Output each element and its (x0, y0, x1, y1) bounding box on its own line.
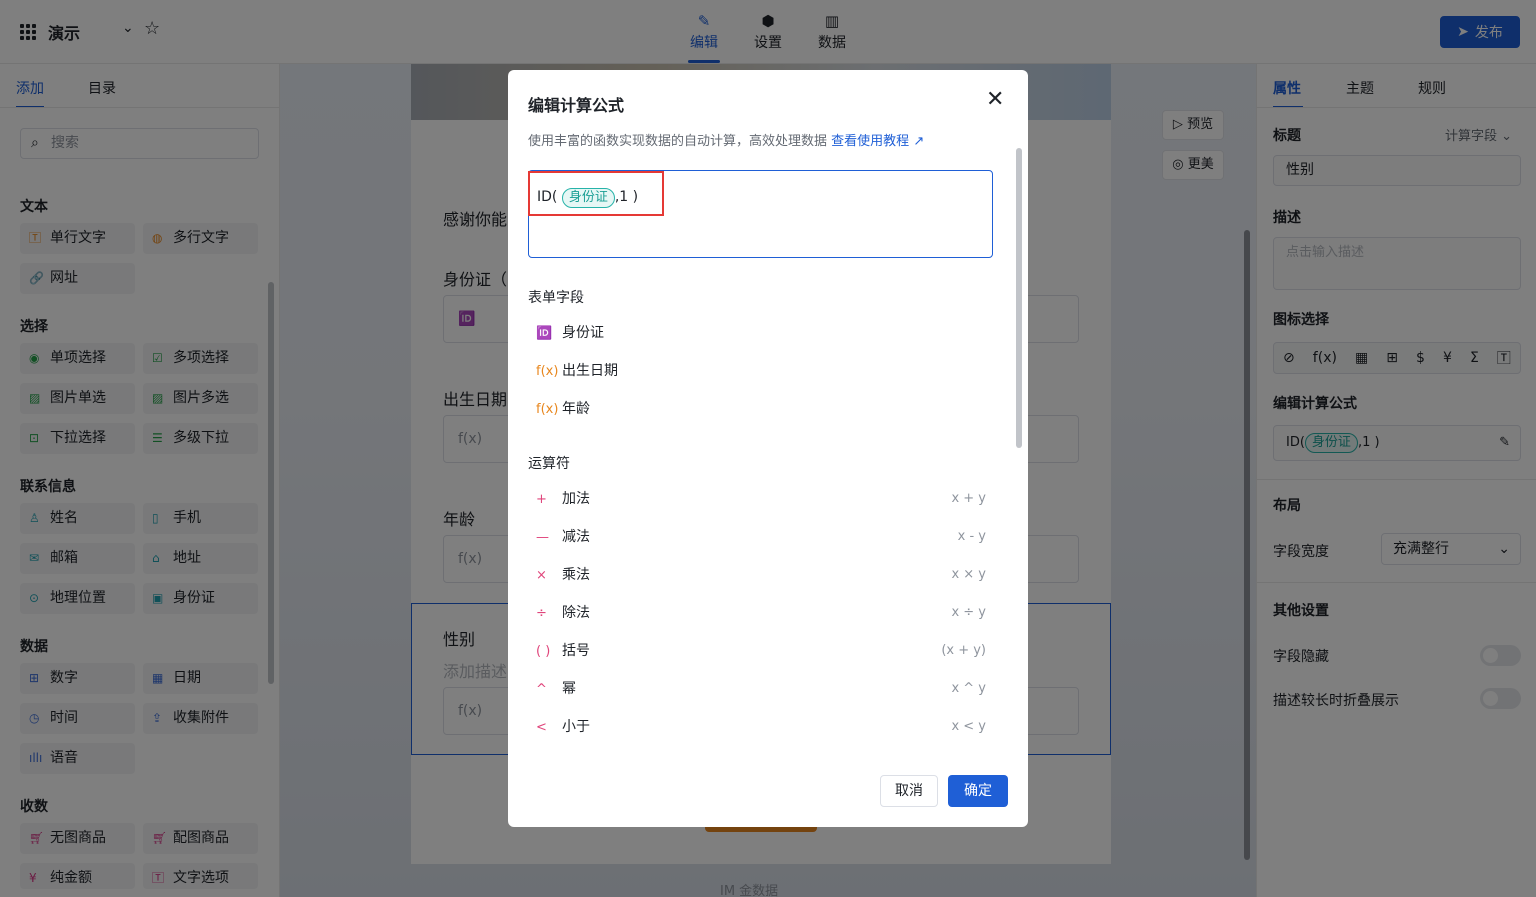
external-link-icon[interactable]: ↗ (913, 134, 924, 149)
plus-icon: + (536, 492, 547, 507)
dialog-title: 编辑计算公式 (528, 96, 625, 115)
field-item[interactable]: f(x) 年龄 (536, 390, 986, 428)
close-icon[interactable]: ✕ (986, 88, 1004, 112)
minus-icon: — (536, 530, 549, 545)
formula-dialog: 编辑计算公式 ✕ 使用丰富的函数实现数据的自动计算，高效处理数据 查看使用教程 … (508, 70, 1028, 827)
multiply-icon: × (536, 568, 547, 583)
operator-item[interactable]: — 减法 x - y (536, 518, 986, 556)
tutorial-link[interactable]: 查看使用教程 (831, 134, 909, 149)
field-item[interactable]: f(x) 出生日期 (536, 352, 986, 390)
operator-item[interactable]: × 乘法 x × y (536, 556, 986, 594)
dialog-scrollbar[interactable] (1016, 148, 1022, 448)
field-item[interactable]: 🆔 身份证 (536, 314, 986, 352)
caret-icon: ^ (536, 682, 547, 697)
formula-icon: f(x) (536, 364, 559, 379)
operator-item[interactable]: + 加法 x + y (536, 480, 986, 518)
cancel-button[interactable]: 取消 (880, 775, 938, 807)
less-than-icon: < (536, 720, 547, 735)
confirm-button[interactable]: 确定 (948, 775, 1008, 807)
formula-icon: f(x) (536, 402, 559, 417)
operators-section-title: 运算符 (528, 456, 570, 472)
operator-item[interactable]: ÷ 除法 x ÷ y (536, 594, 986, 632)
operator-item[interactable]: < 小于 x < y (536, 708, 986, 746)
id-card-icon: 🆔 (536, 326, 553, 341)
dialog-description: 使用丰富的函数实现数据的自动计算，高效处理数据 查看使用教程 ↗ (528, 134, 925, 149)
highlight-box (528, 171, 664, 216)
fields-section-title: 表单字段 (528, 290, 584, 306)
divide-icon: ÷ (536, 606, 547, 621)
operator-item[interactable]: ( ) 括号 (x + y) (536, 632, 986, 670)
operator-item[interactable]: ^ 幂 x ^ y (536, 670, 986, 708)
parentheses-icon: ( ) (536, 644, 551, 659)
